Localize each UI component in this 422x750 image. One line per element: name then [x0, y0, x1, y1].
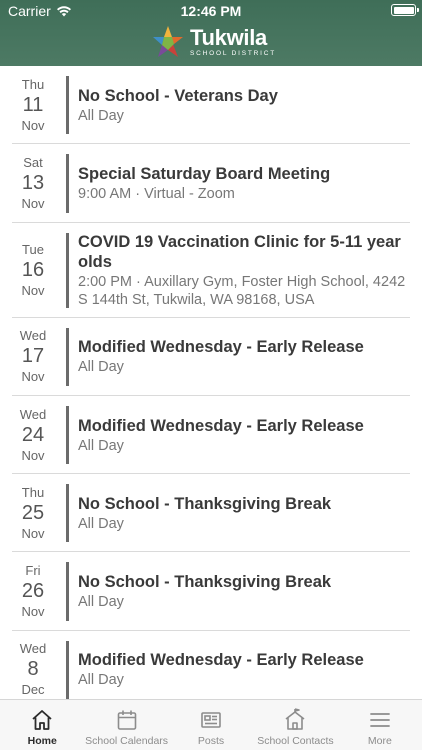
- event-date: Sat 13 Nov: [0, 144, 66, 222]
- tab-label: Posts: [197, 735, 225, 747]
- event-detail: All Day: [78, 672, 124, 689]
- event-month: Nov: [21, 117, 45, 133]
- event-day: 25: [21, 501, 45, 524]
- event-title: Modified Wednesday - Early Release: [78, 416, 364, 435]
- tab-label: More: [367, 735, 392, 747]
- calendar-icon: [117, 710, 136, 730]
- event-day: 16: [21, 258, 45, 281]
- event-day: 17: [21, 345, 45, 368]
- district-logo: Tukwila SCHOOL DISTRICT: [150, 24, 276, 60]
- tab-school-calendars[interactable]: School Calendars: [84, 700, 168, 750]
- battery-icon: [391, 4, 419, 16]
- event-title: No School - Thanksgiving Break: [78, 573, 332, 592]
- event-weekday: Wed: [19, 641, 47, 657]
- tab-label: Home: [27, 735, 57, 747]
- tab-posts[interactable]: Posts: [169, 700, 253, 750]
- event-month: Nov: [21, 369, 45, 385]
- district-name: Tukwila: [190, 24, 267, 50]
- event-row[interactable]: Fri 26 Nov No School - Thanksgiving Brea…: [0, 552, 422, 632]
- event-date: Wed 17 Nov: [0, 318, 66, 396]
- events-list[interactable]: Thu 11 Nov No School - Veterans Day All …: [0, 66, 422, 699]
- event-detail: 9:00 AM · Virtual - Zoom: [78, 185, 235, 202]
- event-weekday: Sat: [23, 154, 43, 170]
- school-icon: [285, 708, 305, 730]
- event-row[interactable]: Wed 24 Nov Modified Wednesday - Early Re…: [0, 396, 422, 475]
- event-row[interactable]: Wed 8 Dec Modified Wednesday - Early Rel…: [0, 631, 422, 699]
- event-detail: All Day: [78, 594, 124, 611]
- event-title: No School - Veterans Day: [78, 86, 278, 105]
- event-detail: All Day: [78, 359, 124, 376]
- event-date: Thu 11 Nov: [0, 66, 66, 144]
- event-title: Modified Wednesday - Early Release: [78, 651, 364, 670]
- event-title: No School - Thanksgiving Break: [78, 494, 332, 513]
- event-title: Modified Wednesday - Early Release: [78, 338, 364, 357]
- event-month: Nov: [21, 282, 45, 298]
- event-row[interactable]: Thu 25 Nov No School - Thanksgiving Brea…: [0, 474, 422, 553]
- event-date: Wed 8 Dec: [0, 631, 66, 699]
- event-weekday: Tue: [22, 241, 44, 257]
- status-bar: Carrier 12:46 PM: [0, 0, 422, 22]
- event-title: Special Saturday Board Meeting: [78, 164, 331, 183]
- tab-label: School Calendars: [85, 735, 169, 747]
- tab-bar: Home School Calendars Posts School Conta…: [0, 699, 422, 750]
- newspaper-icon: [201, 712, 221, 728]
- event-row[interactable]: Thu 11 Nov No School - Veterans Day All …: [0, 66, 422, 145]
- event-date: Wed 24 Nov: [0, 396, 66, 474]
- event-detail: 2:00 PM · Auxillary Gym, Foster High Sch…: [78, 273, 406, 308]
- event-day: 26: [21, 580, 45, 603]
- menu-icon: [369, 713, 390, 727]
- event-month: Dec: [21, 682, 45, 698]
- event-day: 11: [22, 93, 44, 116]
- event-detail: All Day: [78, 437, 124, 454]
- event-weekday: Thu: [21, 76, 45, 92]
- tab-home[interactable]: Home: [0, 700, 84, 750]
- event-date: Fri 26 Nov: [0, 552, 66, 630]
- event-weekday: Fri: [25, 563, 41, 579]
- event-day: 24: [21, 423, 45, 446]
- tab-more[interactable]: More: [338, 700, 422, 750]
- event-month: Nov: [21, 525, 45, 541]
- tab-school-contacts[interactable]: School Contacts: [253, 700, 337, 750]
- event-weekday: Thu: [21, 484, 45, 500]
- event-weekday: Wed: [19, 406, 47, 422]
- event-row[interactable]: Sat 13 Nov Special Saturday Board Meetin…: [0, 144, 422, 223]
- event-row[interactable]: Wed 17 Nov Modified Wednesday - Early Re…: [0, 318, 422, 397]
- district-subtitle: SCHOOL DISTRICT: [190, 49, 276, 57]
- event-detail: All Day: [78, 107, 124, 124]
- tab-label: School Contacts: [257, 735, 334, 747]
- event-month: Nov: [21, 604, 45, 620]
- event-month: Nov: [21, 447, 45, 463]
- star-logo-icon: [153, 26, 183, 57]
- event-title: COVID 19 Vaccination Clinic for 5-11 yea…: [78, 232, 401, 271]
- event-day: 8: [27, 658, 39, 681]
- event-date: Tue 16 Nov: [0, 223, 66, 318]
- app-header: Carrier 12:46 PM Tukwila SCHOOL DISTRICT: [0, 0, 422, 66]
- event-row[interactable]: Tue 16 Nov COVID 19 Vaccination Clinic f…: [0, 223, 422, 318]
- event-detail: All Day: [78, 515, 124, 532]
- status-time: 12:46 PM: [180, 3, 242, 19]
- event-weekday: Wed: [19, 328, 47, 344]
- home-icon: [32, 710, 52, 730]
- event-day: 13: [21, 171, 45, 194]
- event-month: Nov: [21, 195, 45, 211]
- event-date: Thu 25 Nov: [0, 474, 66, 552]
